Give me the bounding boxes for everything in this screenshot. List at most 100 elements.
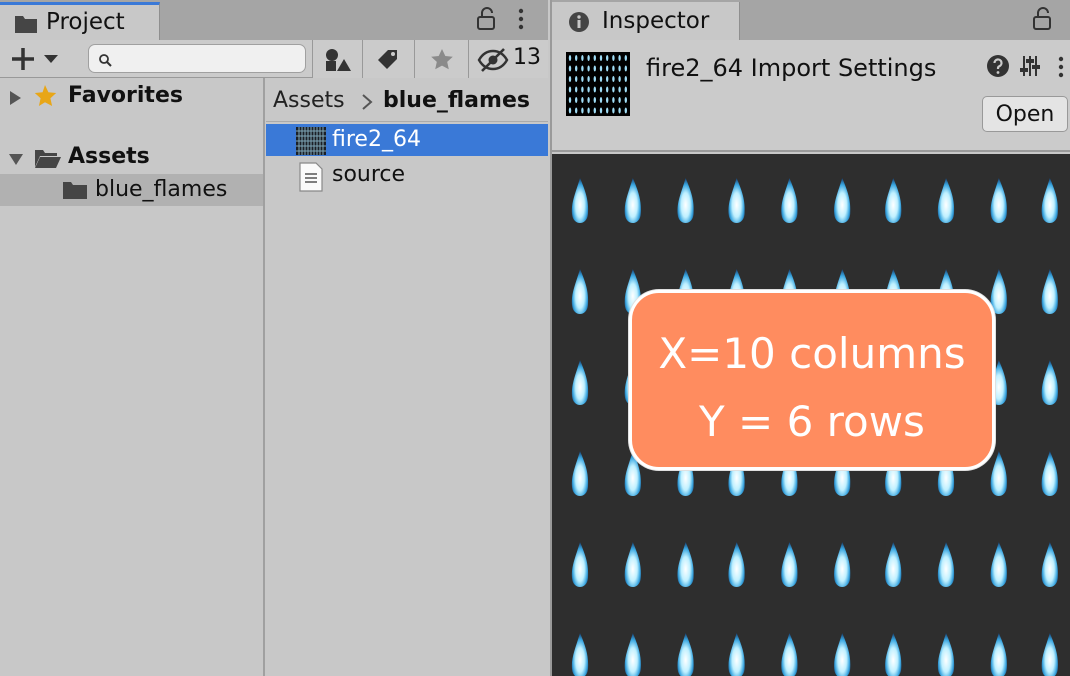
- tree-item-favorites[interactable]: Favorites: [0, 80, 263, 112]
- inspector-panel: Inspector fire2_64 Import Settings Open: [550, 0, 1070, 676]
- tree-item-assets[interactable]: Assets: [0, 141, 263, 173]
- breadcrumb: Assets blue_flames: [266, 78, 548, 122]
- chevron-right-icon: [361, 93, 373, 115]
- kebab-menu-icon[interactable]: [1054, 54, 1068, 84]
- list-item-source[interactable]: source: [266, 159, 548, 192]
- thumbnail-flame-frame: [612, 65, 615, 72]
- flame-sprite-frame: [728, 178, 745, 223]
- flame-sprite-frame: [571, 633, 589, 676]
- thumbnail-flame-frame: [612, 97, 615, 103]
- file-list: Assets blue_flames fire2_64 source: [266, 78, 548, 676]
- tag-icon: [378, 50, 397, 69]
- thumbnail-flame-frame: [618, 107, 621, 114]
- flame-sprite-frame: [990, 269, 1007, 314]
- flame-sprite-frame: [677, 178, 694, 223]
- flame-sprite-frame: [1041, 451, 1058, 496]
- breadcrumb-assets[interactable]: Assets: [273, 88, 345, 113]
- thumbnail-flame-frame: [606, 76, 609, 82]
- flame-sprite-frame: [885, 542, 902, 587]
- favorites-filter-button[interactable]: [414, 40, 468, 78]
- tab-project-label: Project: [46, 9, 125, 35]
- flame-sprite-frame: [677, 633, 694, 676]
- project-panel: Project 13 Favorites Assets blue_flames …: [0, 0, 548, 676]
- flame-sprite-frame: [834, 542, 851, 587]
- texture-preview: X=10 columns Y = 6 rows: [552, 154, 1070, 676]
- search-icon: [98, 52, 112, 71]
- thumbnail-flame-frame: [599, 76, 603, 82]
- thumbnail-flame-frame: [612, 55, 615, 61]
- thumbnail-flame-frame: [575, 55, 578, 61]
- list-item-label: source: [332, 162, 406, 187]
- flame-sprite-frame: [990, 451, 1007, 496]
- lock-icon[interactable]: [474, 6, 498, 36]
- thumbnail-flame-frame: [593, 97, 596, 103]
- star-icon: [32, 84, 58, 112]
- project-tab-bar: Project: [0, 0, 548, 40]
- eye-slash-icon: [477, 48, 509, 72]
- search-field[interactable]: [88, 44, 306, 73]
- folder-icon: [62, 180, 88, 204]
- expand-arrow-icon[interactable]: [8, 90, 22, 110]
- annotation-columns-text: X=10 columns: [658, 329, 966, 378]
- flame-sprite-frame: [571, 269, 589, 314]
- breadcrumb-current[interactable]: blue_flames: [383, 88, 530, 113]
- flame-sprite-frame: [571, 542, 589, 587]
- open-button[interactable]: Open: [982, 96, 1068, 132]
- search-input[interactable]: [117, 47, 301, 70]
- thumbnail-flame-frame: [568, 86, 572, 93]
- search-by-label-button[interactable]: [362, 40, 414, 78]
- thumbnail-flame-frame: [599, 55, 603, 61]
- thumbnail-flame-frame: [568, 76, 572, 82]
- flame-sprite-frame: [571, 178, 589, 223]
- thumbnail-flame-frame: [612, 76, 615, 82]
- thumbnail-flame-frame: [618, 55, 621, 61]
- search-by-type-button[interactable]: [312, 40, 362, 78]
- thumbnail-flame-frame: [575, 107, 578, 114]
- flame-sprite-frame: [1041, 178, 1058, 223]
- annotation-callout: X=10 columns Y = 6 rows: [629, 290, 995, 470]
- thumbnail-flame-frame: [581, 97, 584, 103]
- collapse-arrow-icon[interactable]: [8, 151, 24, 170]
- tree-item-blue-flames-label: blue_flames: [95, 177, 228, 202]
- flame-sprite-frame: [937, 633, 955, 676]
- info-icon: [568, 11, 590, 37]
- thumbnail-flame-frame: [587, 65, 590, 72]
- thumbnail-flame-frame: [575, 86, 578, 93]
- tree-item-favorites-label: Favorites: [68, 83, 183, 108]
- asset-thumbnail: [566, 52, 630, 116]
- thumbnail-flame-frame: [587, 86, 590, 93]
- flame-sprite-frame: [990, 178, 1007, 223]
- flame-sprite-frame: [677, 542, 694, 587]
- thumbnail-flame-frame: [587, 107, 590, 114]
- help-icon[interactable]: [986, 54, 1010, 82]
- thumbnail-flame-frame: [587, 55, 590, 61]
- flame-sprite-frame: [990, 633, 1007, 676]
- flame-sprite-frame: [571, 451, 589, 496]
- inspector-header: fire2_64 Import Settings Open: [552, 40, 1070, 152]
- list-item-fire2-64[interactable]: fire2_64: [266, 124, 548, 156]
- kebab-menu-icon[interactable]: [514, 6, 528, 36]
- thumbnail-flame-frame: [575, 97, 578, 103]
- annotation-rows-text: Y = 6 rows: [699, 397, 925, 446]
- thumbnail-flame-frame: [575, 65, 578, 72]
- preset-settings-icon[interactable]: [1018, 54, 1042, 82]
- tab-inspector[interactable]: Inspector: [552, 2, 740, 40]
- tree-item-assets-label: Assets: [68, 144, 150, 169]
- shapes-icon: [326, 49, 351, 71]
- hidden-packages-toggle[interactable]: 13: [468, 40, 548, 78]
- folder-tree: Favorites Assets blue_flames: [0, 78, 265, 676]
- tab-project[interactable]: Project: [0, 2, 160, 40]
- texture-thumbnail-icon: [296, 127, 326, 155]
- thumbnail-flame-frame: [618, 86, 621, 93]
- flame-sprite-frame: [1041, 633, 1058, 676]
- thumbnail-flame-frame: [593, 86, 596, 93]
- flame-sprite-frame: [834, 633, 851, 676]
- thumbnail-flame-frame: [568, 107, 572, 114]
- tree-item-blue-flames[interactable]: blue_flames: [0, 174, 263, 206]
- thumbnail-flame-frame: [568, 55, 572, 61]
- thumbnail-flame-frame: [581, 107, 584, 114]
- thumbnail-flame-frame: [612, 107, 615, 114]
- flame-sprite-frame: [728, 542, 745, 587]
- create-button[interactable]: [8, 45, 68, 73]
- lock-icon[interactable]: [1030, 6, 1054, 36]
